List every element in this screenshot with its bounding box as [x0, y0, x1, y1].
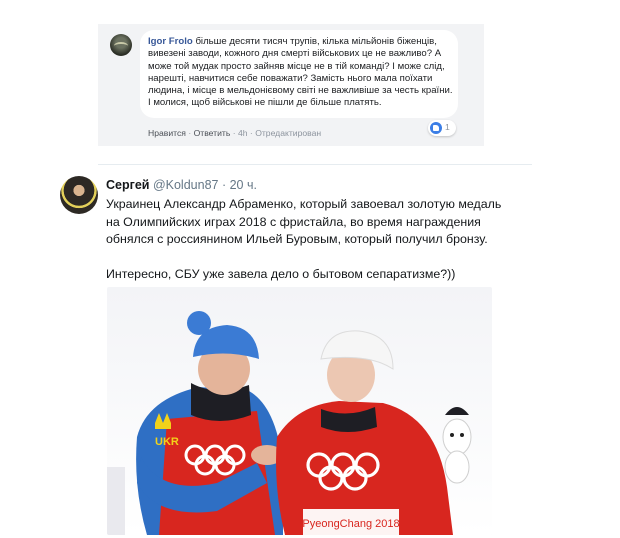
athletes-photo-illustration: UKR PyeongChang 2018 — [107, 287, 492, 535]
commenter-avatar[interactable] — [110, 34, 132, 56]
bib-right-text: PyeongChang 2018 — [302, 518, 399, 530]
comment-actions: Нравится · Ответить · 4h · Отредактирова… — [148, 128, 321, 138]
comment-text-block: Igor Frolo більше десяти тисяч трупів, к… — [148, 36, 454, 110]
reaction-count-badge[interactable]: 1 — [428, 120, 456, 136]
separator: · — [249, 128, 253, 138]
reply-comment-link[interactable]: Ответить — [194, 128, 231, 138]
reaction-count: 1 — [445, 122, 450, 132]
bib-left-code: UKR — [155, 436, 179, 448]
like-comment-link[interactable]: Нравится — [148, 128, 186, 138]
comment-bubble: Igor Frolo більше десяти тисяч трупів, к… — [140, 30, 458, 118]
tweet-author-name[interactable]: Сергей — [106, 178, 149, 192]
comment-author-link[interactable]: Igor Frolo — [148, 36, 193, 47]
separator: · — [232, 128, 236, 138]
comment-text: більше десяти тисяч трупів, кілька мільй… — [148, 36, 453, 109]
tweet-author-avatar[interactable] — [60, 176, 98, 214]
tweet-photo[interactable]: UKR PyeongChang 2018 — [107, 287, 492, 535]
tweet-paragraph-1: Украинец Александр Абраменко, который за… — [106, 197, 502, 247]
tweet-paragraph-2: Интересно, СБУ уже завела дело о бытовом… — [106, 267, 456, 282]
tweet-header: Сергей @Koldun87 · 20 ч. — [106, 178, 257, 192]
tweet-text: Украинец Александр Абраменко, который за… — [106, 196, 506, 284]
comment-time[interactable]: 4h — [238, 128, 248, 138]
like-thumb-icon — [430, 122, 442, 134]
tweet-author-handle[interactable]: @Koldun87 — [153, 178, 219, 192]
separator: · — [221, 178, 227, 192]
tweet-time[interactable]: 20 ч. — [230, 178, 257, 192]
facebook-comment-card: Igor Frolo більше десяти тисяч трупів, к… — [98, 24, 484, 146]
edited-label[interactable]: Отредактирован — [255, 128, 321, 138]
section-divider — [98, 164, 532, 165]
separator: · — [188, 128, 192, 138]
